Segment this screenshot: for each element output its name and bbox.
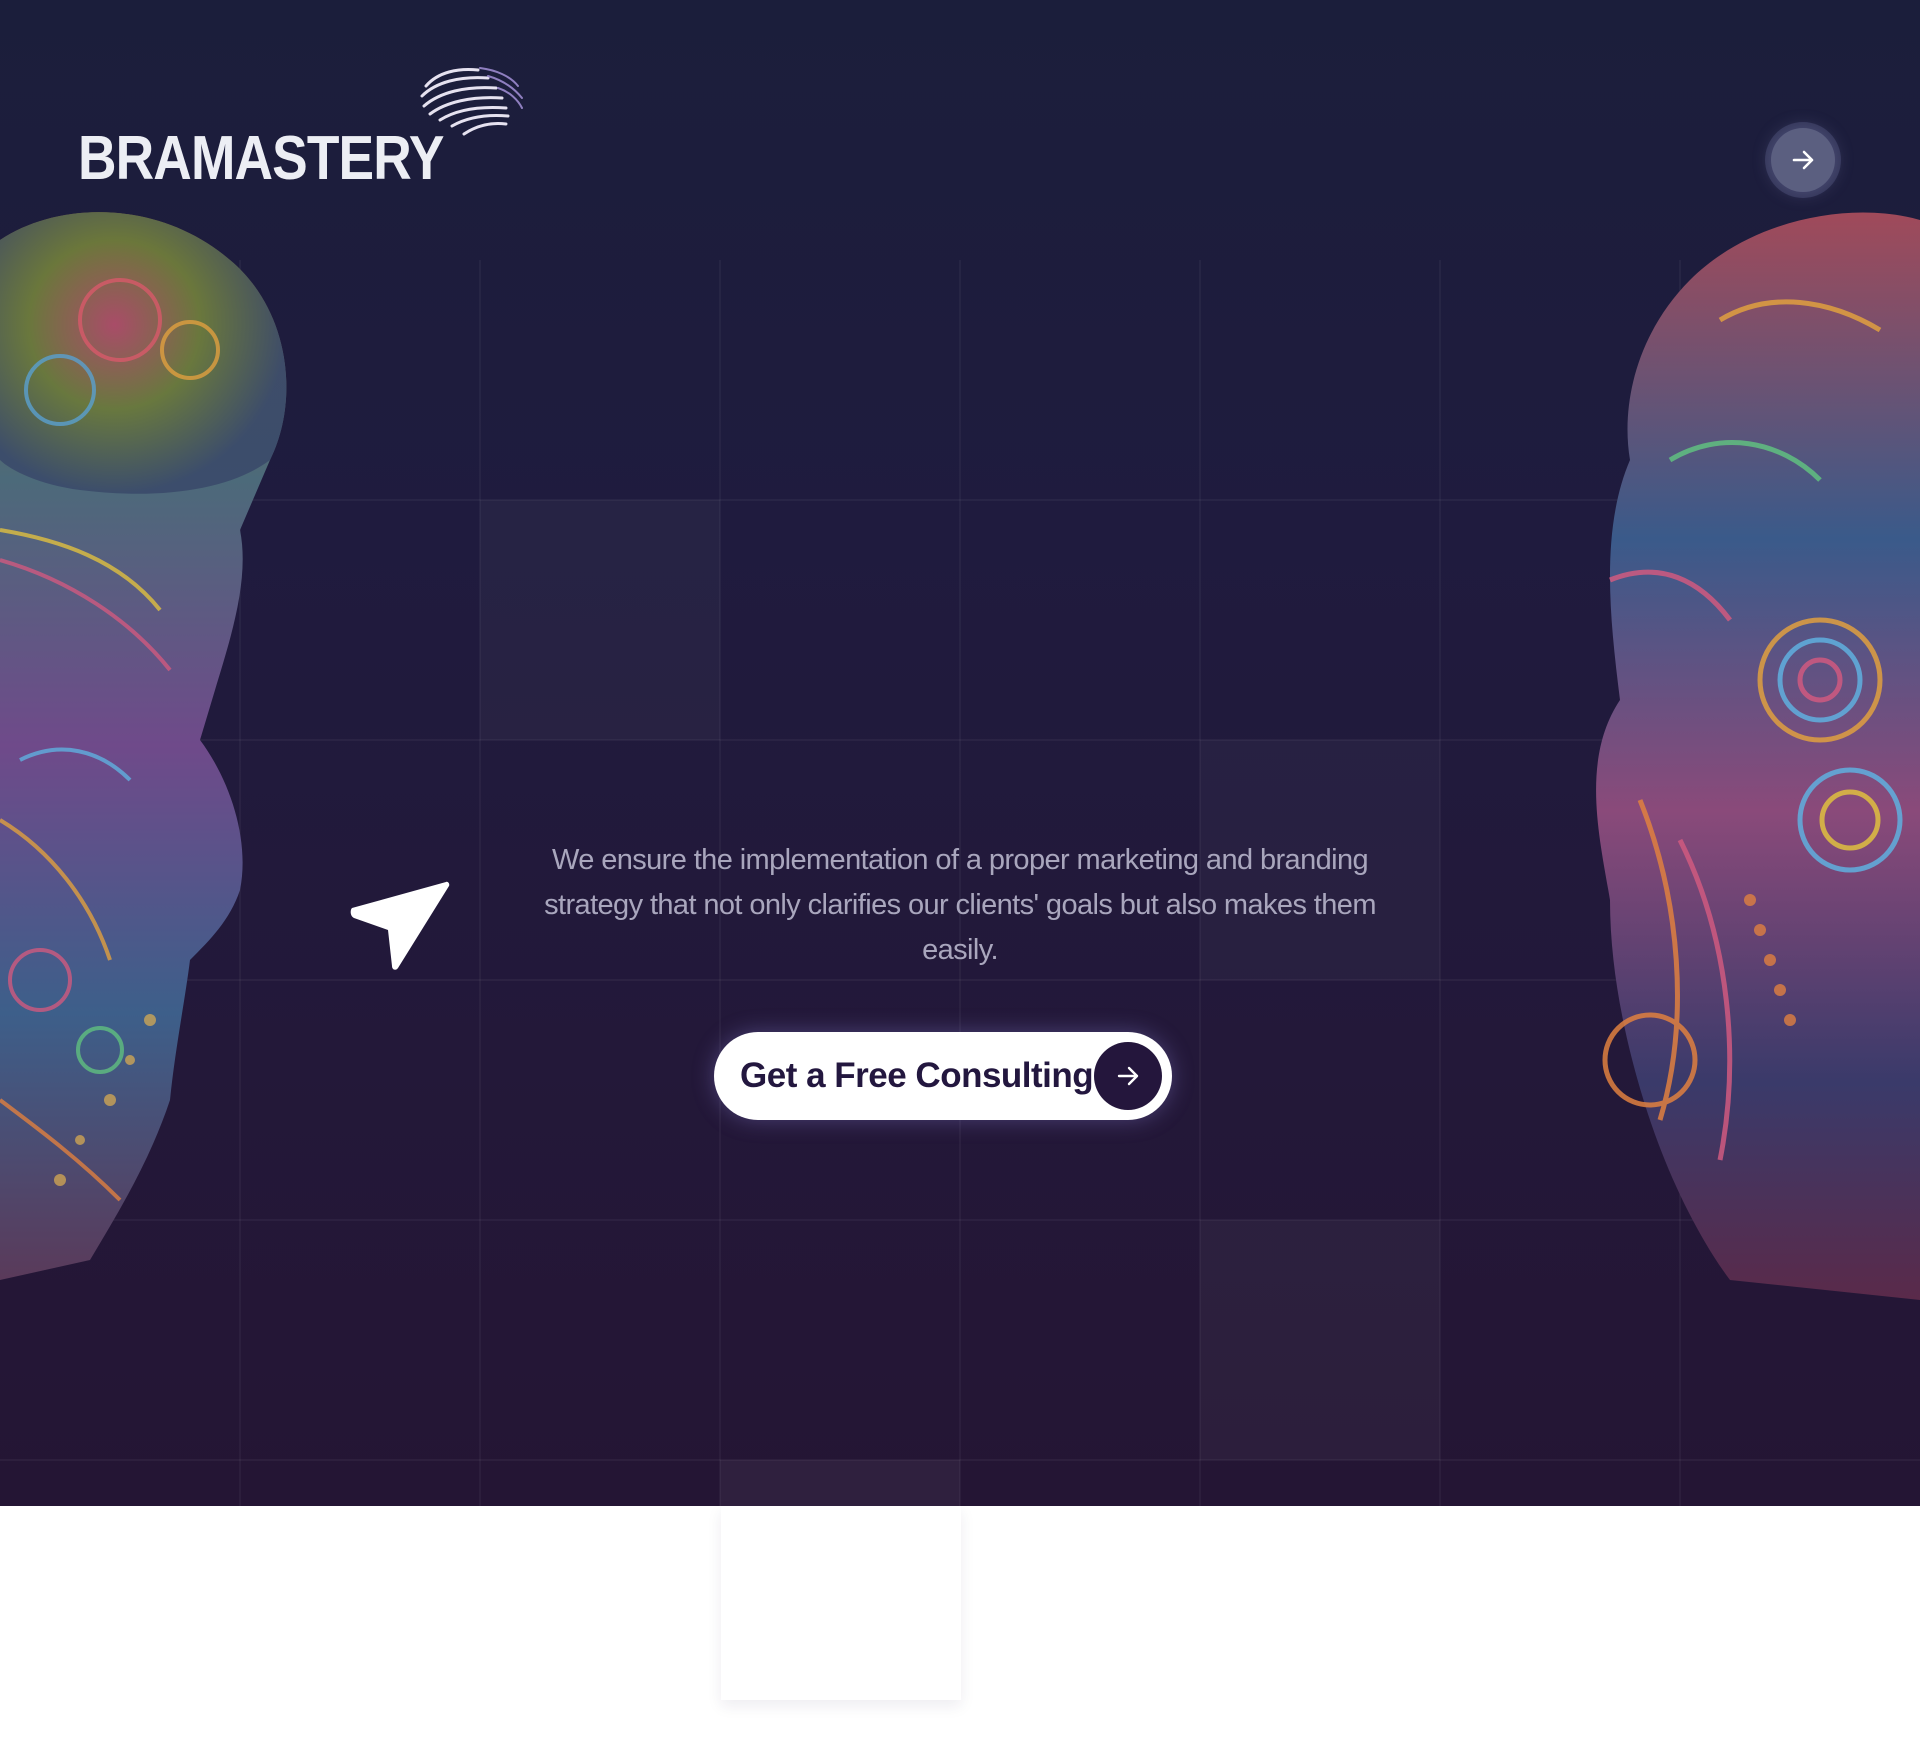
right-face-illustration (1596, 212, 1920, 1300)
paper-plane-icon (350, 881, 450, 970)
brand-name: BRAMASTERY (78, 124, 444, 193)
left-face-illustration (0, 212, 287, 1281)
cta-label: Get a Free Consulting (740, 1056, 1094, 1095)
brain-icon (420, 67, 523, 136)
header-next-button[interactable] (1771, 128, 1835, 192)
brand-logo[interactable]: BRAMASTERY (78, 62, 538, 202)
free-consulting-button[interactable]: Get a Free Consulting (714, 1032, 1172, 1120)
arrow-right-icon (1117, 1066, 1139, 1086)
cta-arrow-circle (1094, 1042, 1162, 1110)
arrow-right-icon (1792, 150, 1814, 170)
below-hero-card (721, 1506, 961, 1700)
hero-tagline: We ensure the implementation of a proper… (544, 844, 1376, 966)
hero-section: BRAMASTERY We ensure the implementation … (0, 0, 1920, 1506)
